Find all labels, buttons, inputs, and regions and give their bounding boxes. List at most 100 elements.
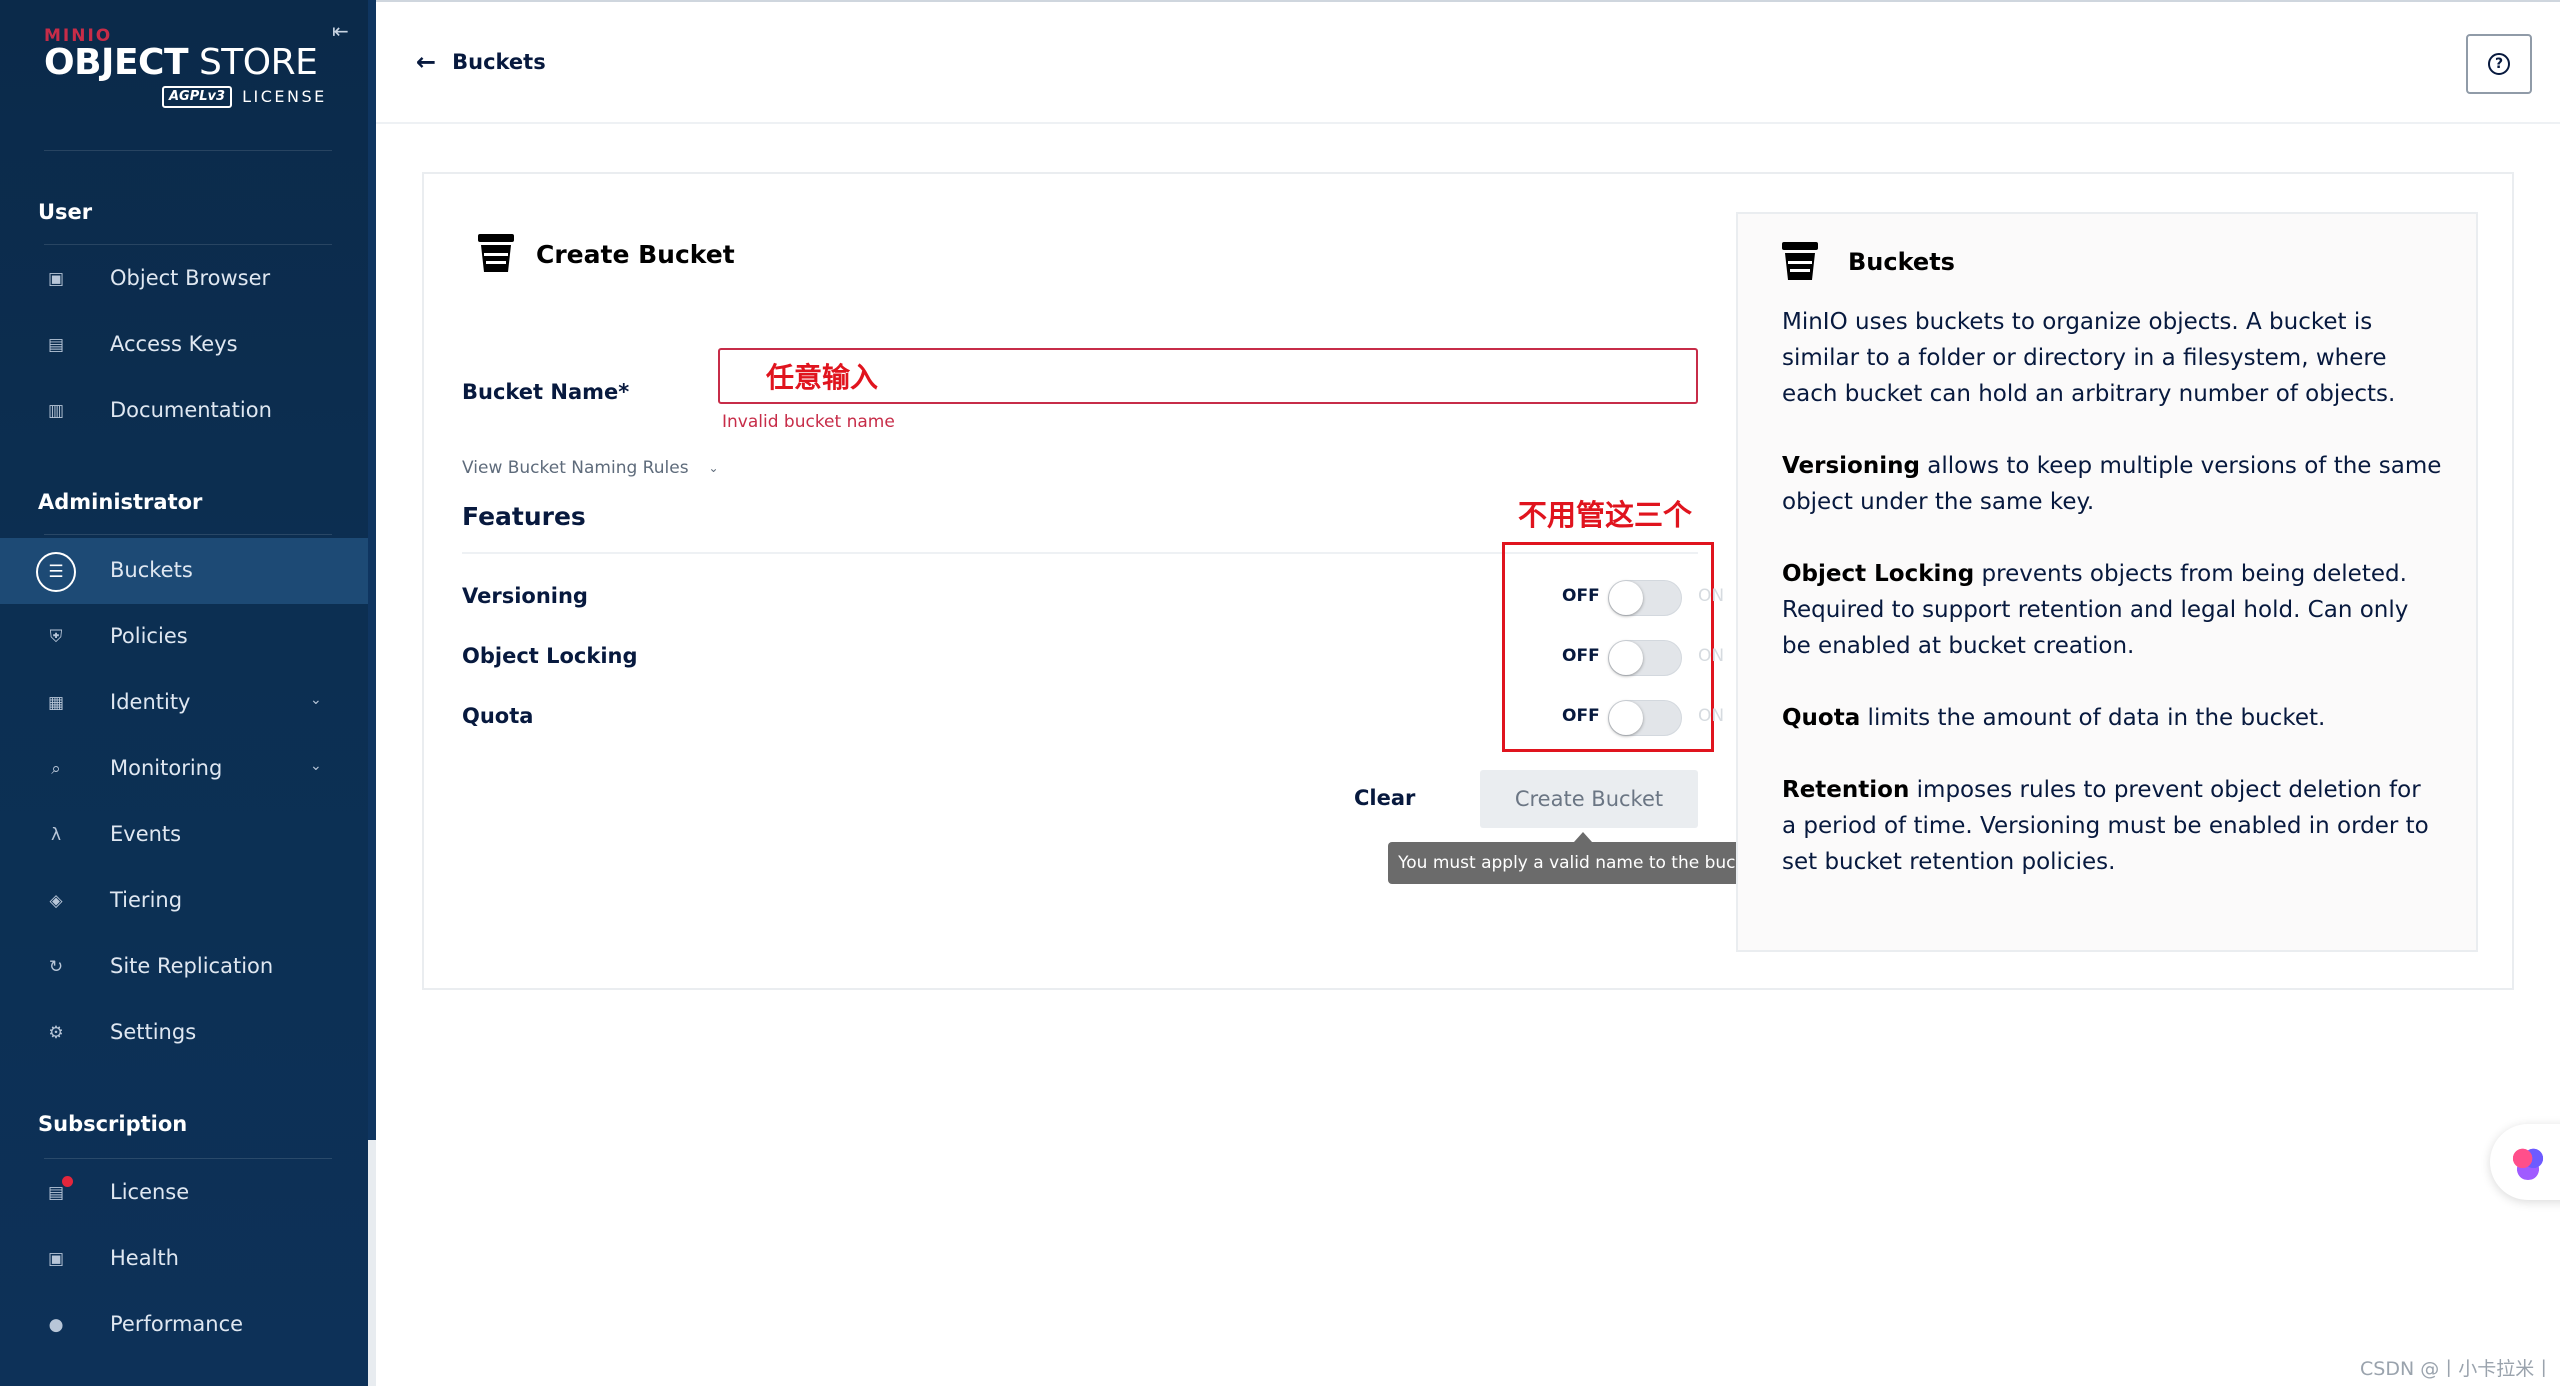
object-locking-label: Object Locking <box>462 644 638 668</box>
toggle-knob <box>1609 701 1643 735</box>
replication-icon: ↻ <box>48 957 64 977</box>
object-locking-toggle[interactable] <box>1608 640 1682 676</box>
sidebar-item-tiering[interactable]: ◈ Tiering <box>0 868 368 934</box>
sidebar-item-settings[interactable]: ⚙ Settings <box>0 1000 368 1066</box>
sidebar-scrollbar[interactable] <box>368 0 376 1140</box>
sidebar-item-license[interactable]: ▤ License <box>0 1160 368 1226</box>
bucket-icon <box>478 234 514 274</box>
sidebar-item-label: Access Keys <box>110 332 238 356</box>
back-link-label: Buckets <box>452 50 546 74</box>
bucket-name-error: Invalid bucket name <box>722 412 895 432</box>
bucket-name-input[interactable] <box>718 348 1698 404</box>
clear-button[interactable]: Clear <box>1354 786 1415 810</box>
brain-icon <box>2510 1144 2546 1180</box>
tooltip-arrow <box>1574 832 1592 842</box>
back-to-buckets-link[interactable]: ← Buckets <box>416 48 546 76</box>
sidebar-item-label: License <box>110 1180 190 1204</box>
sidebar-item-label: Tiering <box>110 888 183 912</box>
page-title: Create Bucket <box>536 239 735 269</box>
sidebar-item-object-browser[interactable]: ▣ Object Browser <box>0 246 368 312</box>
sidebar-item-site-replication[interactable]: ↻ Site Replication <box>0 934 368 1000</box>
chevron-down-icon[interactable]: ⌄ <box>310 692 322 708</box>
toggle-on-label: ON <box>1698 586 1725 606</box>
object-locking-row: Object Locking OFF ON <box>462 636 1724 676</box>
collapse-sidebar-icon[interactable]: ⇤ <box>332 20 354 42</box>
sidebar-item-monitoring[interactable]: ⌕ Monitoring ⌄ <box>0 736 368 802</box>
sidebar-item-label: Object Browser <box>110 266 271 290</box>
chevron-down-icon[interactable]: ⌄ <box>310 758 322 774</box>
access-keys-icon: ▤ <box>47 335 65 355</box>
sidebar-item-partial[interactable]: ▬ <box>0 1358 368 1386</box>
watermark: CSDN @丨小卡拉米丨 <box>2360 1358 2554 1380</box>
object-browser-icon: ▣ <box>47 269 65 289</box>
sidebar-item-access-keys[interactable]: ▤ Access Keys <box>0 312 368 378</box>
sidebar-item-label: Identity <box>110 690 191 714</box>
sidebar-item-events[interactable]: λ Events <box>0 802 368 868</box>
logo-product: OBJECT STORE <box>44 42 318 83</box>
sidebar-item-label: Policies <box>110 624 188 648</box>
gear-icon: ⚙ <box>48 1023 64 1043</box>
versioning-toggle[interactable] <box>1608 580 1682 616</box>
help-button[interactable]: ? <box>2466 34 2532 94</box>
performance-icon: ● <box>48 1315 64 1335</box>
create-bucket-card: Create Bucket Bucket Name* Invalid bucke… <box>422 172 2514 990</box>
toggle-off-label: OFF <box>1562 646 1600 666</box>
logo-license: LICENSE <box>242 87 327 107</box>
assistant-widget[interactable] <box>2490 1124 2560 1200</box>
versioning-row: Versioning OFF ON <box>462 576 1724 616</box>
section-title-user: User <box>38 200 93 224</box>
toggle-off-label: OFF <box>1562 586 1600 606</box>
annotation-text: 不用管这三个 <box>1518 498 1693 532</box>
minio-logo[interactable]: MINIO OBJECT STORE AGPLv3 LICENSE <box>44 26 334 108</box>
documentation-icon: ▥ <box>47 401 65 421</box>
sidebar-item-label: Buckets <box>110 558 193 582</box>
help-icon: ? <box>2488 53 2510 75</box>
arrow-left-icon: ← <box>416 48 437 76</box>
create-bucket-tooltip: You must apply a valid name to the bucke… <box>1388 842 1772 884</box>
help-object-locking: Object Locking prevents objects from bei… <box>1782 561 2409 659</box>
quota-label: Quota <box>462 704 534 728</box>
sidebar-item-label: Performance <box>110 1312 244 1336</box>
form-title: Create Bucket <box>478 234 735 274</box>
sidebar-item-performance[interactable]: ● Performance <box>0 1292 368 1358</box>
sidebar-item-label: Site Replication <box>110 954 274 978</box>
chevron-down-icon: ⌄ <box>708 461 719 475</box>
sidebar-divider <box>44 244 332 245</box>
bucket-icon: ☰ <box>36 552 76 592</box>
quota-toggle[interactable] <box>1608 700 1682 736</box>
notification-dot <box>62 1176 73 1187</box>
sidebar-divider <box>44 1158 332 1159</box>
layers-icon: ◈ <box>49 891 63 911</box>
sidebar-item-label: Events <box>110 822 182 846</box>
lambda-icon: λ <box>50 825 62 845</box>
quota-row: Quota OFF ON <box>462 696 1724 736</box>
help-body: MinIO uses buckets to organize objects. … <box>1782 304 2442 916</box>
features-title: Features <box>462 502 586 531</box>
bucket-name-label: Bucket Name* <box>462 380 630 404</box>
sidebar-divider <box>44 534 332 535</box>
sidebar-item-label: Monitoring <box>110 756 223 780</box>
monitoring-icon: ⌕ <box>51 759 61 779</box>
sidebar-item-identity[interactable]: ▦ Identity ⌄ <box>0 670 368 736</box>
sidebar-item-label: Health <box>110 1246 179 1270</box>
shield-icon: ⛨ <box>49 627 63 647</box>
create-bucket-button[interactable]: Create Bucket <box>1480 770 1698 828</box>
help-versioning: Versioning allows to keep multiple versi… <box>1782 453 2442 515</box>
help-title: Buckets <box>1782 242 1955 282</box>
view-naming-rules-toggle[interactable]: View Bucket Naming Rules ⌄ <box>462 458 719 478</box>
sidebar-item-buckets[interactable]: ☰ Buckets <box>0 538 368 604</box>
sidebar-item-label: Settings <box>110 1020 197 1044</box>
toggle-on-label: ON <box>1698 646 1725 666</box>
profile-icon: ▬ <box>44 1379 68 1386</box>
sidebar-item-label: Documentation <box>110 398 272 422</box>
toggle-knob <box>1609 581 1643 615</box>
help-retention: Retention imposes rules to prevent objec… <box>1782 777 2429 875</box>
sidebar-item-documentation[interactable]: ▥ Documentation <box>0 378 368 444</box>
toggle-off-label: OFF <box>1562 706 1600 726</box>
toggle-knob <box>1609 641 1643 675</box>
sidebar-item-policies[interactable]: ⛨ Policies <box>0 604 368 670</box>
help-quota: Quota limits the amount of data in the b… <box>1782 705 2326 731</box>
sidebar-item-health[interactable]: ▣ Health <box>0 1226 368 1292</box>
section-title-subscription: Subscription <box>38 1112 188 1136</box>
toggle-on-label: ON <box>1698 706 1725 726</box>
